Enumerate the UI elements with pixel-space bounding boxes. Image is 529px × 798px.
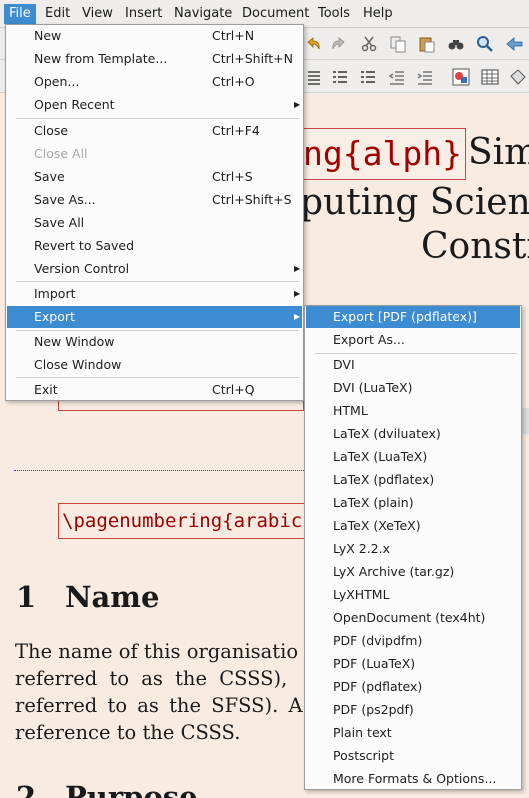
increase-indent-icon[interactable]	[416, 68, 434, 86]
numbered-list-icon[interactable]	[359, 68, 377, 86]
export-item-pdf-luatex[interactable]: PDF (LuaTeX)	[306, 653, 520, 675]
document-title-line: puting Scienc	[300, 182, 529, 223]
paragraph-line: reference to the CSSS.	[15, 721, 241, 744]
section-number: 2	[16, 780, 37, 798]
menu-file[interactable]: File	[4, 4, 36, 24]
export-item-lyxhtml[interactable]: LyXHTML	[306, 584, 520, 606]
menu-item-new[interactable]: New Ctrl+N	[7, 25, 302, 47]
export-item-plain-text[interactable]: Plain text	[306, 722, 520, 744]
search-icon[interactable]	[476, 35, 494, 53]
menu-item-version-control[interactable]: Version Control ▶	[7, 258, 302, 280]
section-number: 1	[16, 580, 37, 614]
submenu-arrow-icon: ▶	[294, 264, 301, 273]
back-arrow-icon[interactable]	[505, 35, 523, 53]
menu-item-close-window[interactable]: Close Window	[7, 354, 302, 376]
submenu-arrow-icon: ▶	[294, 312, 301, 321]
menu-separator	[16, 281, 299, 282]
menu-item-export[interactable]: Export ▶	[7, 306, 302, 328]
menu-separator	[16, 377, 299, 378]
menu-item-save-all[interactable]: Save All	[7, 212, 302, 234]
latex-code-box[interactable]: \pagenumbering{arabic	[58, 503, 308, 539]
export-item-latex-pdflatex[interactable]: LaTeX (pdflatex)	[306, 469, 520, 491]
menu-item-import[interactable]: Import ▶	[7, 283, 302, 305]
paragraph-line: referred to as the CSSS),	[15, 667, 288, 690]
export-item-latex-xetex[interactable]: LaTeX (XeTeX)	[306, 515, 520, 537]
export-item-postscript[interactable]: Postscript	[306, 745, 520, 767]
menu-tools[interactable]: Tools	[313, 4, 355, 24]
export-item-more-formats[interactable]: More Formats & Options...	[306, 768, 520, 790]
menu-item-open[interactable]: Open... Ctrl+O	[7, 71, 302, 93]
menu-item-revert-to-saved[interactable]: Revert to Saved	[7, 235, 302, 257]
menu-item-close[interactable]: Close Ctrl+F4	[7, 120, 302, 142]
menu-insert[interactable]: Insert	[120, 4, 167, 24]
file-menu: New Ctrl+N New from Template... Ctrl+Shift…	[5, 24, 304, 401]
undo-icon[interactable]	[304, 35, 322, 53]
cut-icon[interactable]	[360, 35, 378, 53]
menu-help[interactable]: Help	[358, 4, 398, 24]
export-item-html[interactable]: HTML	[306, 400, 520, 422]
bullet-list-icon[interactable]	[331, 68, 349, 86]
submenu-arrow-icon: ▶	[294, 289, 301, 298]
document-title: Sim	[468, 132, 529, 173]
menu-item-close-all: Close All	[34, 146, 88, 161]
insert-figure-icon[interactable]	[452, 68, 470, 86]
export-item-latex-luatex[interactable]: LaTeX (LuaTeX)	[306, 446, 520, 468]
paragraph-line: referred to as the SFSS). A	[15, 694, 303, 717]
export-item-lyx-2-2[interactable]: LyX 2.2.x	[306, 538, 520, 560]
menu-item-open-recent[interactable]: Open Recent ▶	[7, 94, 302, 116]
section-heading: Name	[65, 580, 160, 614]
menu-item-save[interactable]: Save Ctrl+S	[7, 166, 302, 188]
export-item-export-as[interactable]: Export As...	[306, 329, 520, 351]
export-item-opendocument[interactable]: OpenDocument (tex4ht)	[306, 607, 520, 629]
export-item-latex-plain[interactable]: LaTeX (plain)	[306, 492, 520, 514]
menu-item-save-as[interactable]: Save As... Ctrl+Shift+S	[7, 189, 302, 211]
menu-item-new-from-template[interactable]: New from Template... Ctrl+Shift+N	[7, 48, 302, 70]
decrease-indent-icon[interactable]	[388, 68, 406, 86]
export-item-pdf-ps2pdf[interactable]: PDF (ps2pdf)	[306, 699, 520, 721]
submenu-arrow-icon: ▶	[294, 100, 301, 109]
align-icon[interactable]	[304, 68, 322, 86]
export-item-pdf-dvipdfm[interactable]: PDF (dvipdfm)	[306, 630, 520, 652]
label-icon[interactable]	[509, 68, 527, 86]
export-item-lyx-archive[interactable]: LyX Archive (tar.gz)	[306, 561, 520, 583]
page-break-line	[14, 470, 306, 471]
menu-separator	[16, 118, 299, 119]
binoculars-icon[interactable]	[447, 35, 465, 53]
paste-icon[interactable]	[418, 35, 436, 53]
menu-document[interactable]: Document	[237, 4, 314, 24]
menu-item-new-window[interactable]: New Window	[7, 331, 302, 353]
export-submenu: Export [PDF (pdflatex)] Export As... DVI…	[304, 305, 522, 790]
menu-navigate[interactable]: Navigate	[169, 4, 237, 24]
menu-edit[interactable]: Edit	[40, 4, 75, 24]
export-item-latex-dviluatex[interactable]: LaTeX (dviluatex)	[306, 423, 520, 445]
redo-icon[interactable]	[330, 35, 348, 53]
section-heading: Purpose	[65, 780, 198, 798]
document-title-line: Consti	[421, 226, 529, 267]
export-item-default-pdf[interactable]: Export [PDF (pdflatex)]	[306, 306, 520, 328]
latex-code-box[interactable]: ng{alph}	[300, 128, 466, 180]
insert-table-icon[interactable]	[481, 68, 499, 86]
menu-view[interactable]: View	[77, 4, 118, 24]
export-item-dvi-luatex[interactable]: DVI (LuaTeX)	[306, 377, 520, 399]
menu-item-exit[interactable]: Exit Ctrl+Q	[7, 379, 302, 401]
paragraph-line: The name of this organisatio	[15, 640, 299, 663]
copy-icon[interactable]	[389, 35, 407, 53]
export-item-dvi[interactable]: DVI	[306, 354, 520, 376]
export-item-pdf-pdflatex[interactable]: PDF (pdflatex)	[306, 676, 520, 698]
